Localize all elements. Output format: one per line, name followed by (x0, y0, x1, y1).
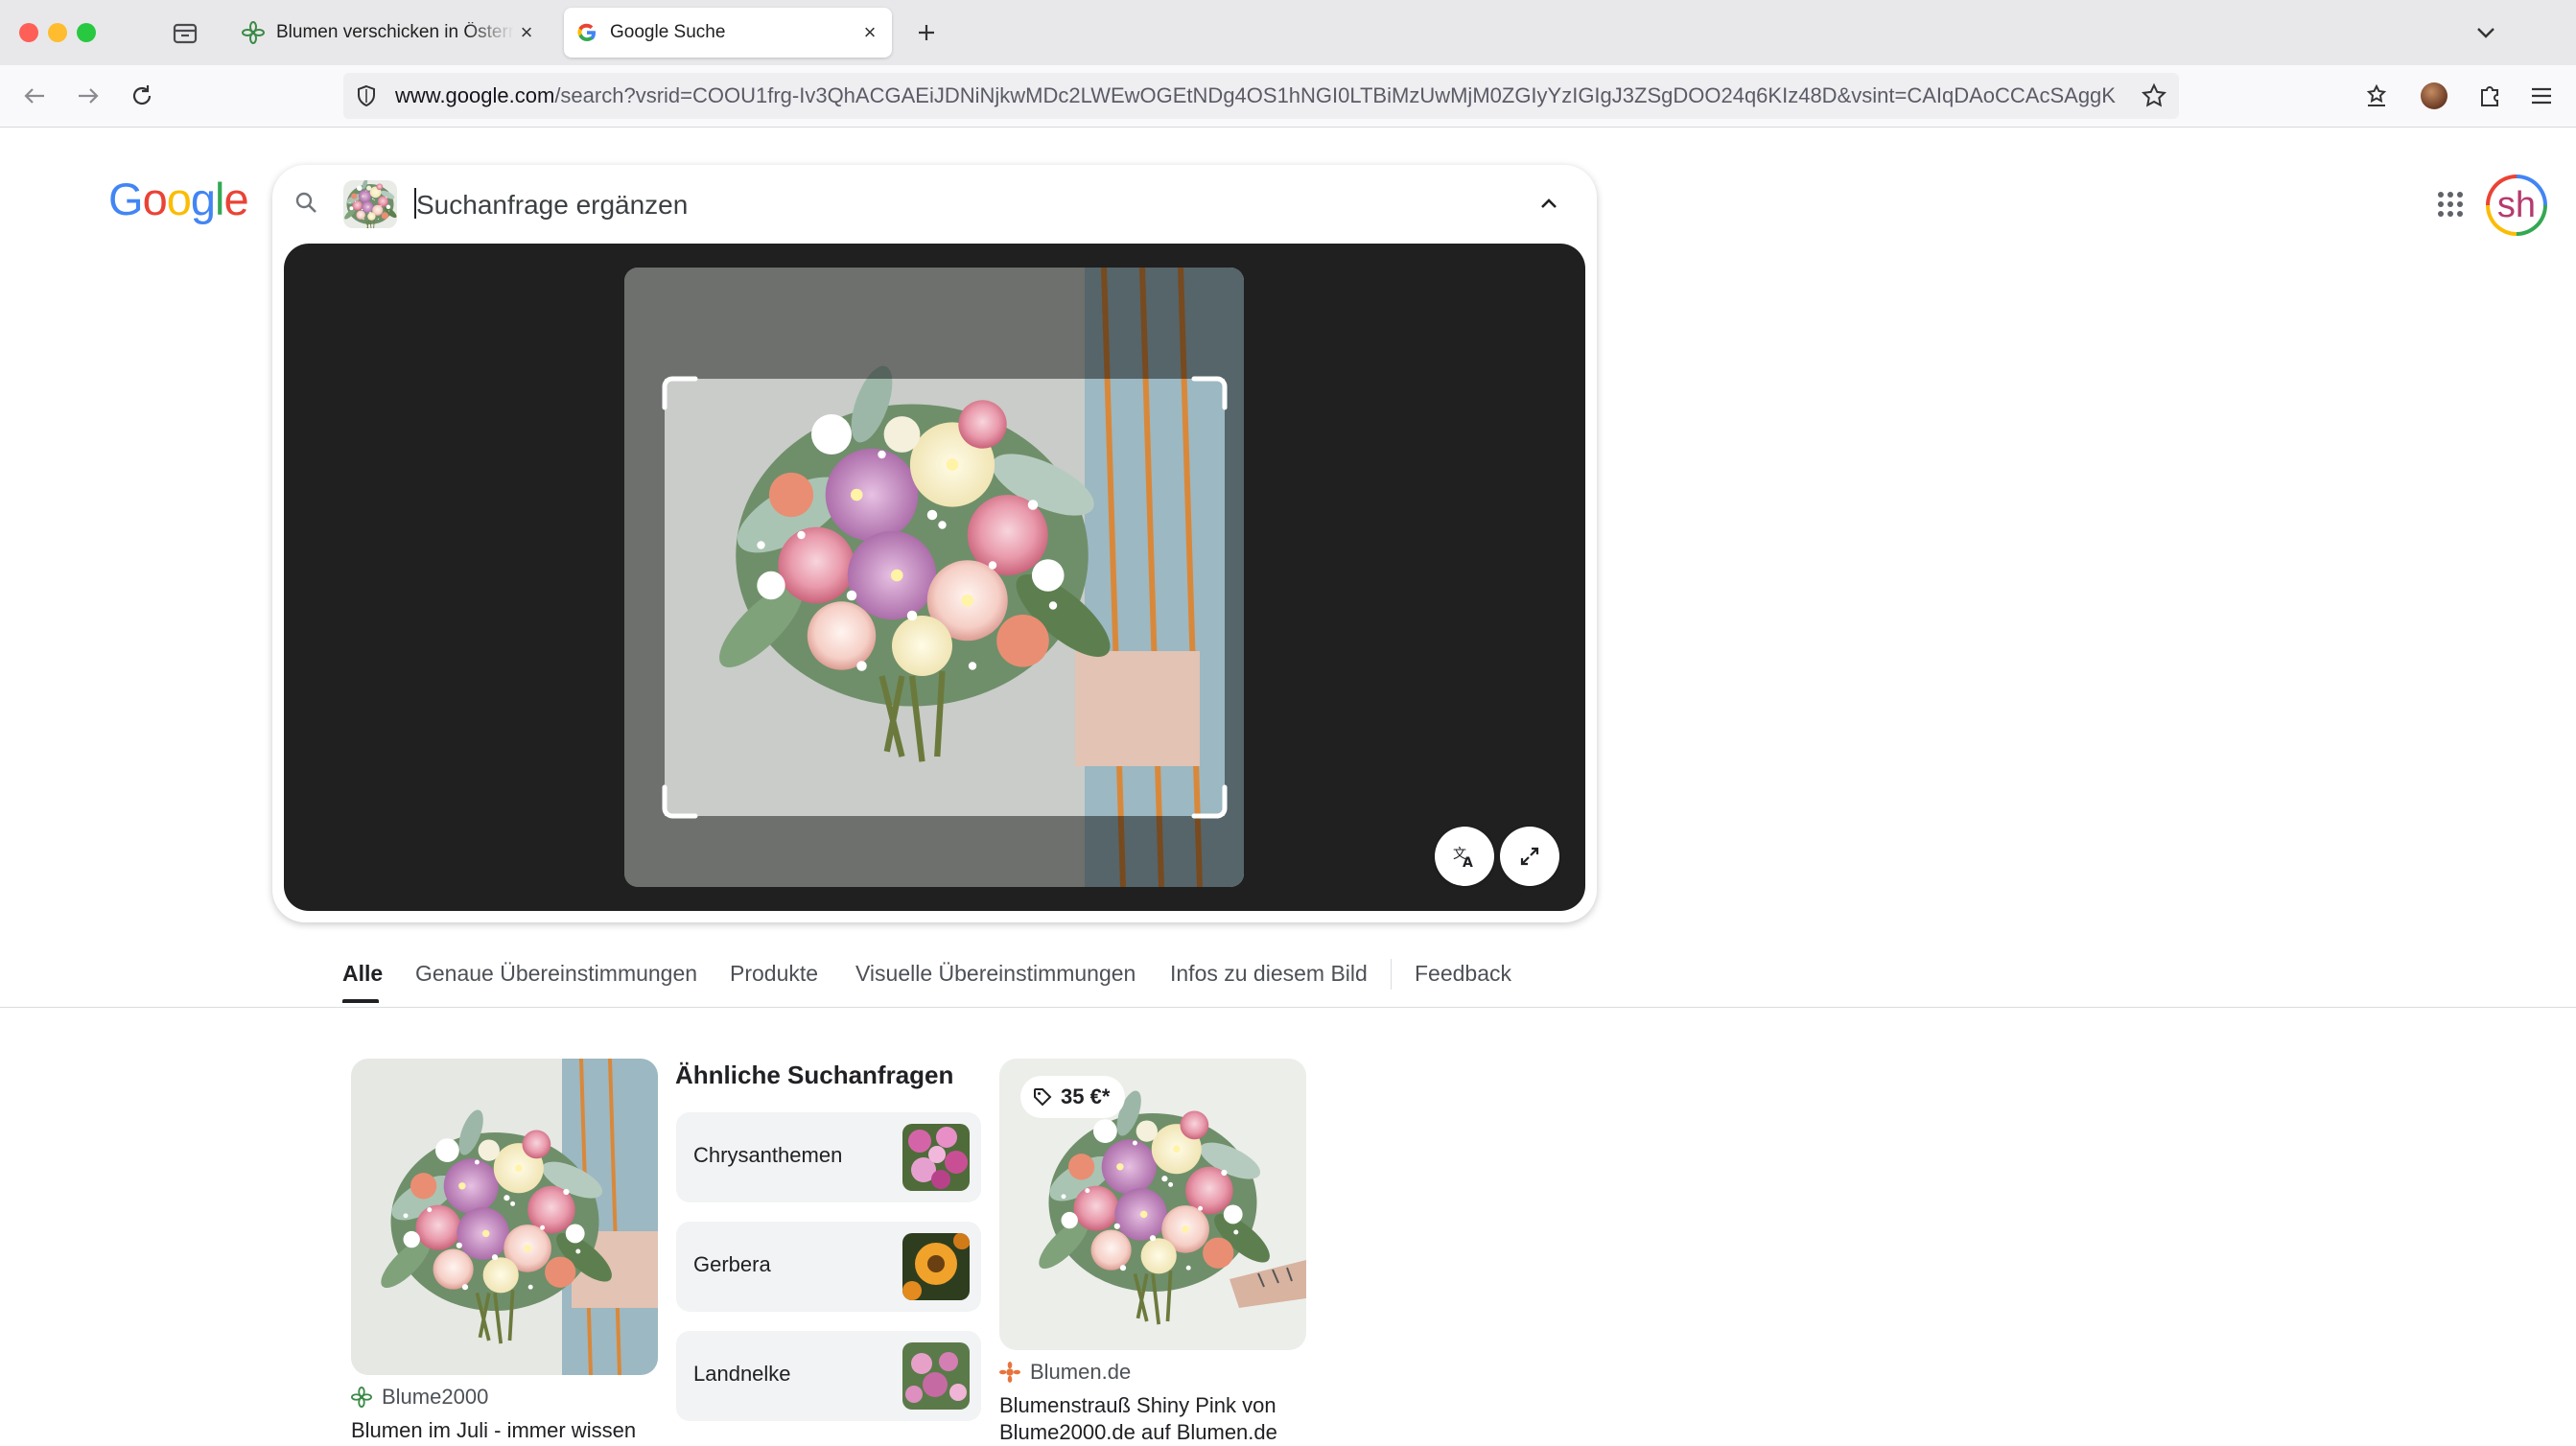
expand-button[interactable] (1500, 827, 1559, 886)
account-avatar[interactable]: sh (2486, 175, 2547, 236)
result-title-line1[interactable]: Blumenstrauß Shiny Pink von (999, 1392, 1276, 1419)
fullscreen-window-button[interactable] (77, 23, 96, 42)
bookmark-star-icon[interactable] (2141, 82, 2167, 109)
chip-label: Landnelke (693, 1362, 791, 1386)
browser-tab-blumen[interactable]: Blumen verschicken in Österreich × (230, 8, 549, 58)
flower-favicon-icon (242, 21, 265, 44)
save-to-pocket-icon[interactable] (2359, 79, 2394, 113)
chip-thumbnail (902, 1342, 970, 1410)
tab-visuelle-uebereinstimmungen[interactable]: Visuelle Übereinstimmungen (855, 961, 1136, 987)
expand-icon (1520, 847, 1539, 866)
tab-alle[interactable]: Alle (342, 961, 383, 987)
chip-thumbnail (902, 1233, 970, 1300)
chip-label: Chrysanthemen (693, 1143, 843, 1167)
chevron-down-icon[interactable] (2471, 17, 2501, 48)
translate-button[interactable]: 文A (1435, 827, 1494, 886)
chip-label: Gerbera (693, 1252, 771, 1276)
shield-icon[interactable] (355, 84, 378, 107)
source-label: Blume2000 (382, 1385, 489, 1409)
address-bar[interactable]: www.google.com/search?vsrid=COOU1frg-Iv3… (343, 73, 2179, 119)
result-title-blume2000[interactable]: Blumen im Juli - immer wissen (351, 1417, 636, 1444)
google-apps-icon[interactable] (2436, 190, 2465, 219)
search-icon (293, 190, 320, 217)
tab-divider (1391, 959, 1392, 990)
tab-genaue-uebereinstimmungen[interactable]: Genaue Übereinstimmungen (415, 961, 697, 987)
browser-tab-bar: Blumen verschicken in Österreich × Googl… (0, 0, 2576, 65)
result-image-blume2000[interactable] (351, 1059, 658, 1375)
reload-icon[interactable] (125, 79, 159, 113)
close-tab-icon[interactable]: × (514, 20, 539, 45)
tab-title: Google Suche (610, 22, 726, 42)
url-host: www.google.com (395, 84, 555, 107)
chip-thumbnail (902, 1124, 970, 1191)
new-tab-icon[interactable] (911, 17, 942, 48)
similar-searches-heading: Ähnliche Suchanfragen (675, 1061, 954, 1089)
active-tab-indicator (342, 999, 379, 1003)
svg-text:A: A (1463, 855, 1473, 870)
result-source-blume2000[interactable]: Blume2000 (351, 1385, 488, 1410)
browser-tab-google[interactable]: Google Suche × (564, 8, 892, 58)
result-source-blumen-de[interactable]: Blumen.de (999, 1360, 1131, 1385)
translate-icon: 文A (1453, 847, 1473, 870)
price-tag-icon (1034, 1088, 1052, 1107)
tab-infos-zu-diesem-bild[interactable]: Infos zu diesem Bild (1170, 961, 1368, 987)
similar-search-landnelke[interactable]: Landnelke (676, 1331, 981, 1421)
minimize-window-button[interactable] (48, 23, 67, 42)
tab-title: Blumen verschicken in Österreich (276, 22, 514, 42)
firefox-account-avatar[interactable] (2421, 82, 2447, 109)
url-path: /search?vsrid=COOU1frg-Iv3QhACGAEiJDNiNj… (554, 84, 2117, 107)
search-image-thumbnail[interactable] (343, 180, 397, 228)
chevron-up-icon[interactable] (1533, 188, 1565, 221)
flower-favicon-icon (351, 1387, 372, 1408)
close-tab-icon[interactable]: × (857, 20, 882, 45)
sun-flower-favicon-icon (999, 1362, 1020, 1383)
browser-nav-bar: www.google.com/search?vsrid=COOU1frg-Iv3… (0, 65, 2576, 128)
lens-image[interactable] (624, 268, 1244, 887)
tab-overview-icon[interactable] (171, 19, 199, 46)
extensions-puzzle-icon[interactable] (2472, 79, 2507, 113)
avatar-initials: sh (2490, 178, 2543, 232)
close-window-button[interactable] (19, 23, 38, 42)
forward-arrow-icon[interactable] (71, 79, 105, 113)
tab-feedback[interactable]: Feedback (1415, 961, 1511, 987)
result-title-line2[interactable]: Blume2000.de auf Blumen.de (999, 1419, 1277, 1446)
url-text: www.google.com/search?vsrid=COOU1frg-Iv3… (395, 84, 2117, 107)
source-label: Blumen.de (1030, 1360, 1132, 1384)
google-logo[interactable]: Google (108, 173, 249, 225)
text-cursor (414, 188, 416, 219)
search-input[interactable] (414, 184, 1473, 226)
tab-produkte[interactable]: Produkte (730, 961, 818, 987)
similar-search-chrysanthemen[interactable]: Chrysanthemen (676, 1112, 981, 1202)
price-badge: 35 €* (1020, 1076, 1126, 1118)
price-label: 35 €* (1061, 1084, 1111, 1108)
hamburger-menu-icon[interactable] (2524, 79, 2559, 113)
back-arrow-icon[interactable] (17, 79, 52, 113)
similar-search-gerbera[interactable]: Gerbera (676, 1222, 981, 1312)
google-favicon-icon (575, 21, 598, 44)
